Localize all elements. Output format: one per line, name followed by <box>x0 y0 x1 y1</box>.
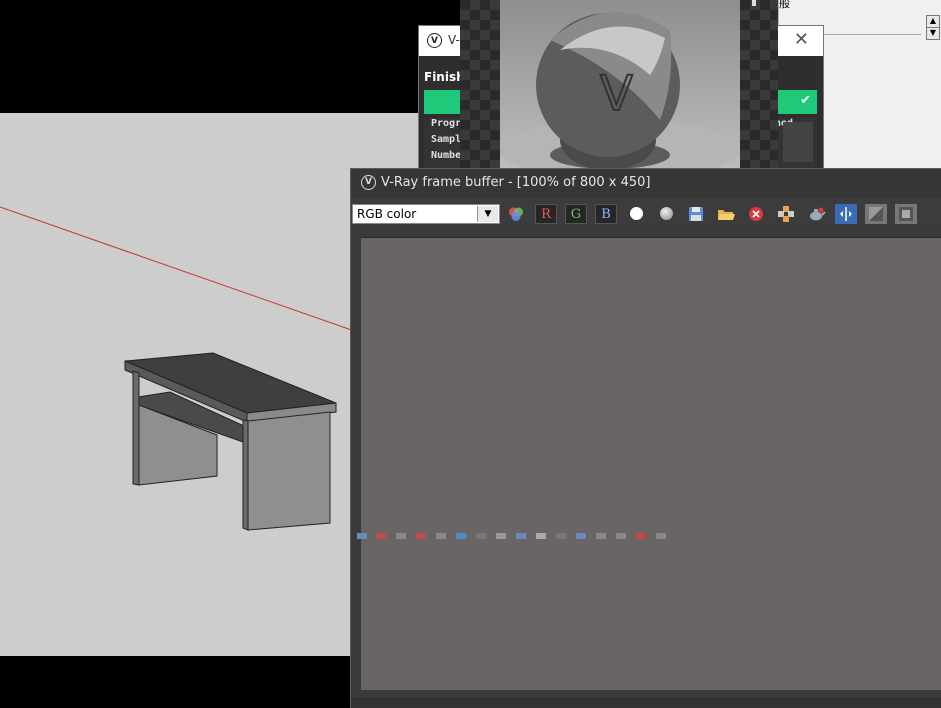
status-icon[interactable] <box>656 533 666 539</box>
vray-logo-icon: V <box>427 33 442 48</box>
gray-circle-icon[interactable] <box>655 204 677 224</box>
status-icon[interactable] <box>476 533 486 539</box>
channel-select-value: RGB color <box>357 207 417 221</box>
checker-strip <box>460 0 500 170</box>
compare-icon[interactable] <box>835 204 857 224</box>
vfb-toolbar: RGB color ▼ R G B <box>351 199 941 229</box>
status-icon[interactable] <box>376 533 386 539</box>
scroll-handle[interactable] <box>752 0 756 6</box>
status-icon[interactable] <box>536 533 546 539</box>
log-line: Progr <box>431 118 462 129</box>
status-icon[interactable] <box>636 533 646 539</box>
white-circle-icon[interactable] <box>625 204 647 224</box>
panel-label: 般 <box>779 0 790 10</box>
log-line: Numbe <box>431 150 462 161</box>
close-icon[interactable]: ✕ <box>794 29 809 50</box>
bench-leg <box>247 411 331 531</box>
status-icon[interactable] <box>357 533 367 539</box>
open-folder-icon[interactable] <box>715 204 737 224</box>
chevron-down-icon[interactable]: ▼ <box>477 206 498 222</box>
status-icon[interactable] <box>416 533 426 539</box>
region-render-icon[interactable] <box>775 204 797 224</box>
status-icon[interactable] <box>576 533 586 539</box>
color-correction-icon[interactable] <box>505 204 527 224</box>
clear-icon[interactable] <box>745 204 767 224</box>
status-icon[interactable] <box>456 533 466 539</box>
status-icon[interactable] <box>496 533 506 539</box>
vfb-title: V-Ray frame buffer - [100% of 800 x 450] <box>381 175 651 190</box>
status-icon[interactable] <box>396 533 406 539</box>
progress-title: V- <box>448 33 460 47</box>
log-line: Sampl <box>431 134 462 145</box>
status-icon[interactable] <box>616 533 626 539</box>
render-canvas[interactable] <box>361 237 941 690</box>
material-preview: V <box>460 0 778 170</box>
check-icon: ✔ <box>800 93 811 108</box>
red-channel-button[interactable]: R <box>535 204 557 224</box>
status-icon[interactable] <box>556 533 566 539</box>
vfb-window: V V-Ray frame buffer - [100% of 800 x 45… <box>350 168 941 708</box>
checker-strip <box>740 0 778 170</box>
status-icon[interactable] <box>596 533 606 539</box>
scroll-down-button[interactable]: ▼ <box>926 27 940 40</box>
teapot-render-icon[interactable] <box>805 204 827 224</box>
material-sphere-preview: V <box>500 0 740 170</box>
log-scrollbar[interactable] <box>783 122 813 162</box>
vfb-titlebar[interactable]: V V-Ray frame buffer - [100% of 800 x 45… <box>351 169 941 198</box>
channel-select[interactable]: RGB color ▼ <box>352 204 500 224</box>
vfb-statusbar <box>351 697 941 708</box>
blue-channel-button[interactable]: B <box>595 204 617 224</box>
svg-text:V: V <box>600 66 633 122</box>
image-b-icon[interactable] <box>895 204 917 224</box>
save-icon[interactable] <box>685 204 707 224</box>
status-icon[interactable] <box>436 533 446 539</box>
image-a-icon[interactable] <box>865 204 887 224</box>
vray-logo-icon: V <box>361 175 376 190</box>
status-icon[interactable] <box>516 533 526 539</box>
green-channel-button[interactable]: G <box>565 204 587 224</box>
